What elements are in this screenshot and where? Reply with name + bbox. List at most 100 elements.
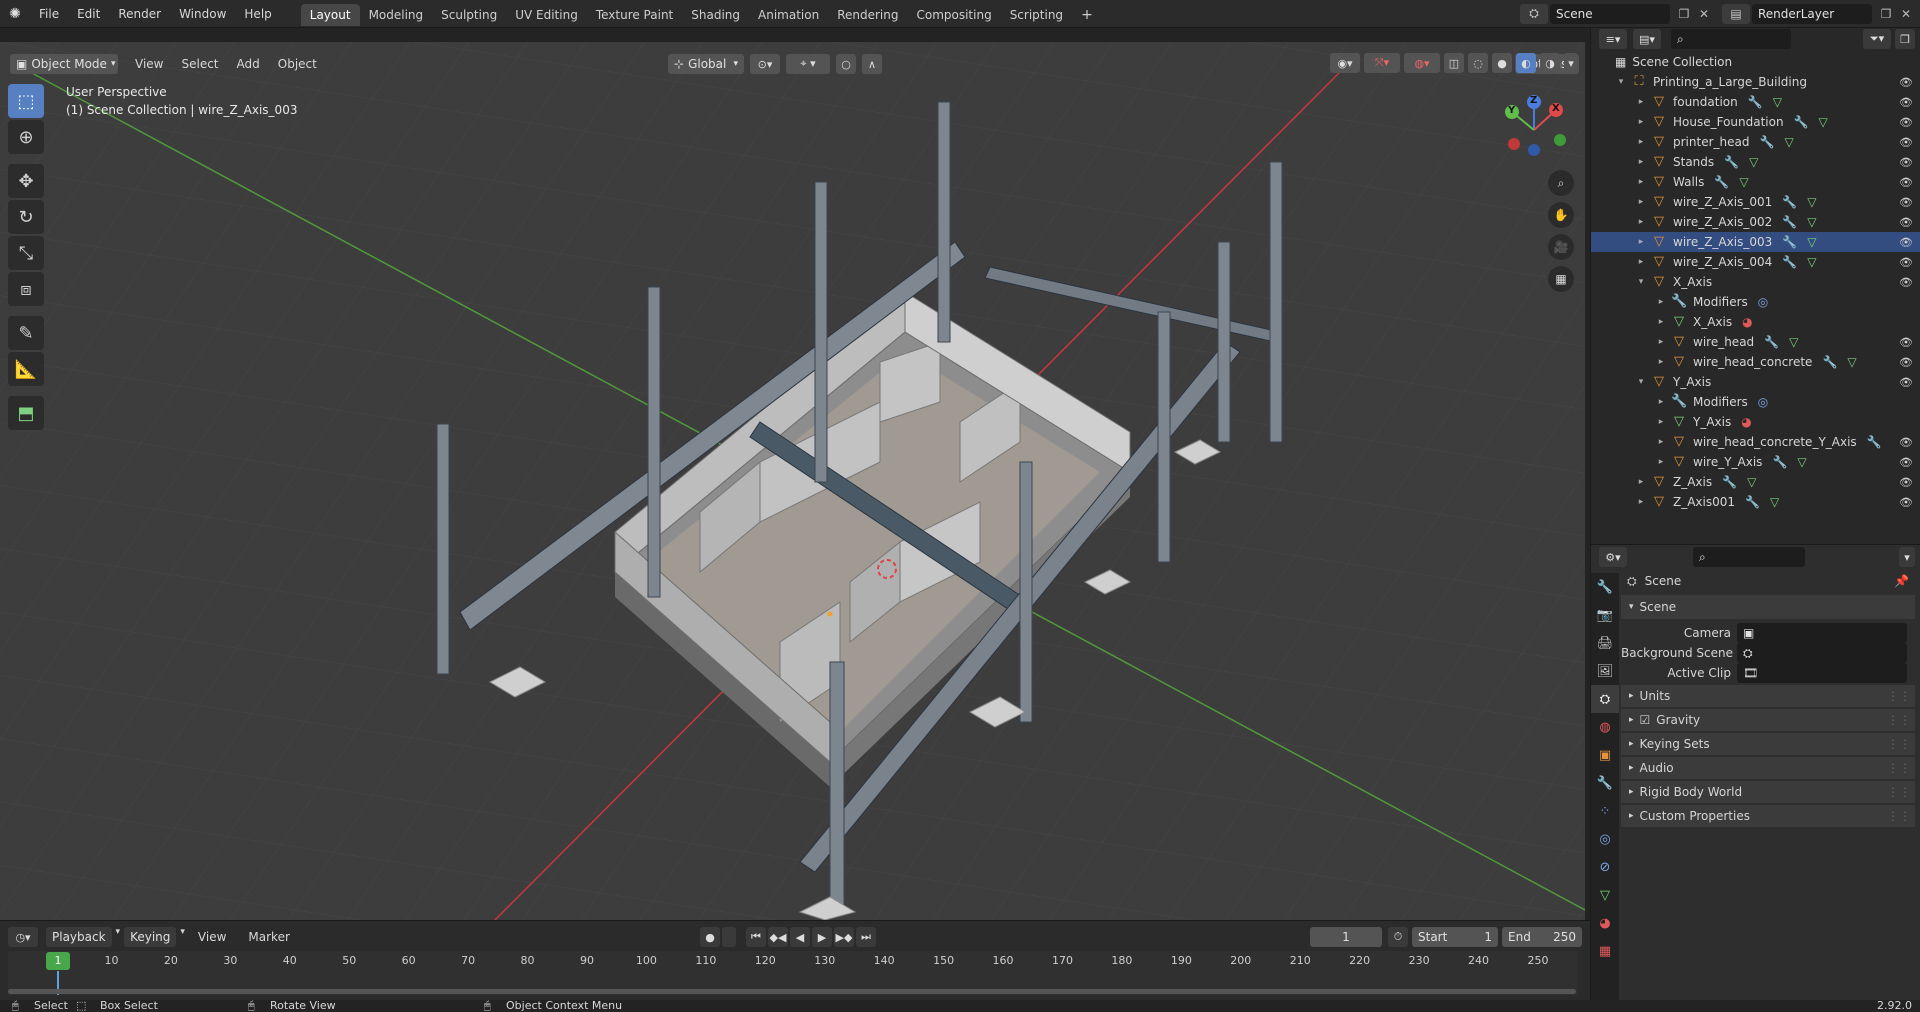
- chevron-right-icon[interactable]: ▸: [1635, 237, 1647, 247]
- select-box-tool-icon[interactable]: ⬚: [8, 84, 44, 118]
- tab-sculpting[interactable]: Sculpting: [432, 4, 506, 26]
- xray-icon[interactable]: ◫: [1444, 53, 1464, 73]
- eye-icon[interactable]: 👁: [1899, 76, 1913, 89]
- modifier-link-icon[interactable]: ◎: [1758, 295, 1768, 309]
- subpanel-keying-sets[interactable]: ▸ Keying Sets ⋮⋮: [1621, 733, 1915, 755]
- chevron-right-icon[interactable]: ▸: [1635, 157, 1647, 167]
- display-mode-icon[interactable]: ▤▾: [1633, 29, 1661, 49]
- viewport-menu-select[interactable]: Select: [172, 53, 227, 75]
- eye-icon[interactable]: 👁: [1899, 216, 1913, 229]
- tab-texture-paint[interactable]: Texture Paint: [587, 4, 682, 26]
- measure-tool-icon[interactable]: 📐: [8, 352, 44, 386]
- eye-icon[interactable]: 👁: [1899, 356, 1913, 369]
- outliner-row[interactable]: ▸ ▽ House_Foundation 🔧 ▽ 👁: [1591, 112, 1920, 132]
- chevron-right-icon[interactable]: ▸: [1635, 117, 1647, 127]
- scale-tool-icon[interactable]: ⤡: [8, 236, 44, 270]
- modifier-icon[interactable]: 🔧: [1764, 335, 1779, 349]
- tab-scripting[interactable]: Scripting: [1001, 4, 1072, 26]
- mesh-data-icon[interactable]: ▽: [1770, 495, 1779, 509]
- material-shading-icon[interactable]: ◐: [1516, 53, 1536, 73]
- mesh-data-icon[interactable]: ▽: [1749, 155, 1758, 169]
- rendered-shading-icon[interactable]: ◑: [1540, 53, 1560, 73]
- drag-handle-icon[interactable]: ⋮⋮: [1887, 785, 1911, 799]
- subpanel-custom-properties[interactable]: ▸ Custom Properties ⋮⋮: [1621, 805, 1915, 827]
- annotate-tool-icon[interactable]: ✎: [8, 316, 44, 350]
- material-icon[interactable]: ◕: [1742, 315, 1752, 329]
- outliner-row[interactable]: ▸ ▽ Stands 🔧 ▽ 👁: [1591, 152, 1920, 172]
- drag-handle-icon[interactable]: ⋮⋮: [1887, 737, 1911, 751]
- next-keyframe-icon[interactable]: ▶◆: [834, 927, 854, 947]
- outliner-row[interactable]: ▸ 🔧 Modifiers ◎: [1591, 392, 1920, 412]
- tab-animation[interactable]: Animation: [749, 4, 828, 26]
- chevron-right-icon[interactable]: ▸: [1635, 477, 1647, 487]
- wireframe-shading-icon[interactable]: ◌: [1468, 53, 1488, 73]
- chevron-right-icon[interactable]: ▸: [1655, 437, 1667, 447]
- outliner-row[interactable]: ▸ ▽ foundation 🔧 ▽ 👁: [1591, 92, 1920, 112]
- timeline-menu-view[interactable]: View: [189, 927, 235, 947]
- render-layer-field[interactable]: RenderLayer: [1752, 3, 1872, 24]
- menu-window[interactable]: Window: [170, 0, 235, 28]
- outliner-row[interactable]: ▸ ▽ wire_Z_Axis_001 🔧 ▽ 👁: [1591, 192, 1920, 212]
- data-tab-icon[interactable]: ▽: [1591, 881, 1619, 909]
- material-icon[interactable]: ◕: [1741, 415, 1751, 429]
- chevron-down-icon[interactable]: ▾: [1635, 277, 1647, 287]
- scene-collection-row[interactable]: ▦ Scene Collection: [1591, 52, 1920, 72]
- orientation-select[interactable]: ⊹ Global ▾: [668, 54, 744, 74]
- eye-icon[interactable]: 👁: [1899, 176, 1913, 189]
- drag-handle-icon[interactable]: ⋮⋮: [1887, 713, 1911, 727]
- tab-compositing[interactable]: Compositing: [907, 4, 1000, 26]
- particles-tab-icon[interactable]: ⁘: [1591, 797, 1619, 825]
- start-frame-field[interactable]: Start 1: [1412, 927, 1498, 947]
- chevron-right-icon[interactable]: ▸: [1655, 457, 1667, 467]
- eye-icon[interactable]: 👁: [1899, 116, 1913, 129]
- chevron-right-icon[interactable]: ▸: [1635, 177, 1647, 187]
- modifier-icon[interactable]: 🔧: [1745, 495, 1760, 509]
- field-picker[interactable]: 🎞: [1737, 663, 1907, 683]
- outliner-row[interactable]: ▸ ▽ wire_head_concrete 🔧 ▽ 👁: [1591, 352, 1920, 372]
- chevron-right-icon[interactable]: ▸: [1635, 137, 1647, 147]
- solid-shading-icon[interactable]: ●: [1492, 53, 1512, 73]
- outliner-row[interactable]: ▸ ▽ printer_head 🔧 ▽ 👁: [1591, 132, 1920, 152]
- pin-icon[interactable]: 📌: [1894, 574, 1909, 588]
- render-tab-icon[interactable]: 📷: [1591, 601, 1619, 629]
- mesh-data-icon[interactable]: ▽: [1807, 215, 1816, 229]
- play-icon[interactable]: ▶: [812, 927, 832, 947]
- editor-type-icon[interactable]: ≡▾: [1599, 29, 1627, 49]
- blender-logo-icon[interactable]: ✺: [0, 0, 30, 28]
- outliner-row[interactable]: ▾ ▽ Y_Axis 👁: [1591, 372, 1920, 392]
- timeline-menu-keying[interactable]: Keying: [124, 927, 177, 947]
- chevron-right-icon[interactable]: ▸: [1635, 97, 1647, 107]
- eye-icon[interactable]: 👁: [1899, 96, 1913, 109]
- viewport-menu-view[interactable]: View: [126, 53, 172, 75]
- chevron-right-icon[interactable]: ▸: [1655, 317, 1667, 327]
- view-layer-icon[interactable]: ▤: [1722, 3, 1750, 24]
- outliner-row[interactable]: ▸ ▽ wire_head_concrete_Y_Axis 🔧 👁: [1591, 432, 1920, 452]
- constraints-tab-icon[interactable]: ⊘: [1591, 853, 1619, 881]
- properties-editor-type-icon[interactable]: ⚙▾: [1599, 547, 1627, 567]
- tab-layout[interactable]: Layout: [300, 3, 360, 26]
- tab-rendering[interactable]: Rendering: [828, 4, 907, 26]
- modifier-icon[interactable]: 🔧: [1722, 475, 1737, 489]
- navigation-gizmo[interactable]: Z X Y: [1500, 94, 1566, 160]
- physics-tab-icon[interactable]: ◎: [1591, 825, 1619, 853]
- rotate-tool-icon[interactable]: ↻: [8, 200, 44, 234]
- visibility-icon[interactable]: ◉▾: [1330, 53, 1360, 73]
- move-tool-icon[interactable]: ✥: [8, 164, 44, 198]
- chevron-right-icon[interactable]: ▸: [1655, 397, 1667, 407]
- mesh-data-icon[interactable]: ▽: [1807, 235, 1816, 249]
- preview-range-icon[interactable]: ⏱: [1388, 927, 1408, 947]
- gravity-checkbox[interactable]: ☑: [1640, 713, 1651, 727]
- modifier-icon[interactable]: 🔧: [1782, 235, 1797, 249]
- add-workspace-button[interactable]: +: [1072, 4, 1102, 26]
- modifier-icon[interactable]: 🔧: [1822, 355, 1837, 369]
- new-scene-icon[interactable]: ❐: [1674, 7, 1694, 21]
- chevron-right-icon[interactable]: ▸: [1635, 497, 1647, 507]
- eye-icon[interactable]: 👁: [1899, 256, 1913, 269]
- autokey-options-icon[interactable]: [722, 927, 736, 947]
- pan-hand-icon[interactable]: ✋: [1548, 202, 1574, 228]
- shading-options-icon[interactable]: ▾: [1564, 53, 1578, 73]
- current-frame-field[interactable]: 1: [1310, 927, 1382, 947]
- chevron-right-icon[interactable]: ▸: [1635, 217, 1647, 227]
- chevron-down-icon[interactable]: ▾: [1635, 377, 1647, 387]
- eye-icon[interactable]: 👁: [1899, 236, 1913, 249]
